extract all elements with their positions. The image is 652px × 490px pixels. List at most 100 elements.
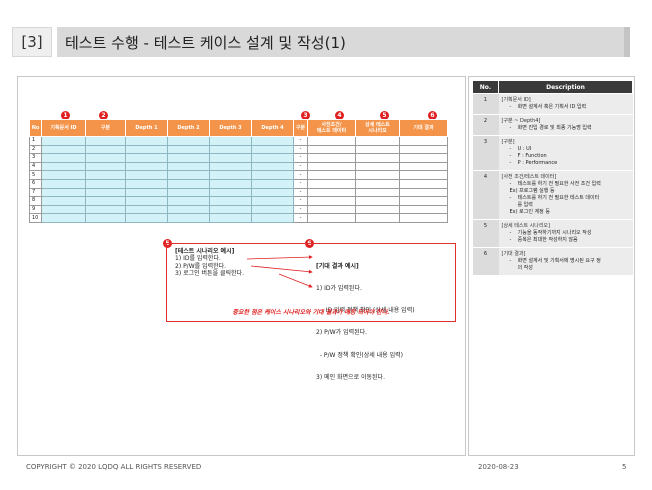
table-cell[interactable] xyxy=(307,213,356,223)
table-cell[interactable] xyxy=(251,213,294,223)
table-cell[interactable] xyxy=(125,136,168,146)
table-cell[interactable] xyxy=(125,178,168,189)
table-cell[interactable] xyxy=(209,136,252,146)
table-cell[interactable] xyxy=(209,153,252,163)
table-cell[interactable] xyxy=(209,196,252,206)
table-cell[interactable] xyxy=(125,204,168,215)
table-cell[interactable] xyxy=(85,170,126,180)
type-cell[interactable]: - xyxy=(293,196,308,206)
table-cell[interactable] xyxy=(307,196,356,206)
table-cell[interactable] xyxy=(85,187,126,198)
table-cell[interactable] xyxy=(399,204,448,215)
table-cell[interactable] xyxy=(167,196,210,206)
table-cell[interactable] xyxy=(125,213,168,223)
table-cell[interactable] xyxy=(41,213,86,223)
table-cell[interactable] xyxy=(399,153,448,163)
table-cell[interactable] xyxy=(399,144,448,155)
table-cell[interactable] xyxy=(355,178,400,189)
table-cell[interactable] xyxy=(307,153,356,163)
table-cell[interactable] xyxy=(167,178,210,189)
table-cell[interactable] xyxy=(209,187,252,198)
table-cell[interactable] xyxy=(355,204,400,215)
table-cell[interactable] xyxy=(355,187,400,198)
table-cell[interactable] xyxy=(209,170,252,180)
table-cell[interactable] xyxy=(167,213,210,223)
table-cell[interactable] xyxy=(251,178,294,189)
type-cell[interactable]: - xyxy=(293,161,308,172)
table-cell[interactable] xyxy=(85,161,126,172)
table-cell[interactable] xyxy=(167,144,210,155)
type-cell[interactable]: - xyxy=(293,170,308,180)
table-cell[interactable] xyxy=(251,196,294,206)
table-cell[interactable] xyxy=(251,136,294,146)
table-cell[interactable] xyxy=(355,153,400,163)
table-cell[interactable] xyxy=(399,196,448,206)
table-cell[interactable] xyxy=(167,153,210,163)
table-cell[interactable] xyxy=(85,153,126,163)
table-cell[interactable] xyxy=(399,170,448,180)
table-cell[interactable] xyxy=(355,196,400,206)
table-cell[interactable] xyxy=(355,161,400,172)
table-cell[interactable] xyxy=(85,196,126,206)
type-cell[interactable]: - xyxy=(293,187,308,198)
table-cell[interactable] xyxy=(209,161,252,172)
table-cell[interactable] xyxy=(399,213,448,223)
table-cell[interactable] xyxy=(399,136,448,146)
table-cell[interactable] xyxy=(209,213,252,223)
table-cell[interactable] xyxy=(85,213,126,223)
table-cell[interactable] xyxy=(399,187,448,198)
table-cell[interactable] xyxy=(85,178,126,189)
table-cell[interactable] xyxy=(399,161,448,172)
table-cell[interactable] xyxy=(167,170,210,180)
type-cell[interactable]: - xyxy=(293,178,308,189)
table-cell[interactable] xyxy=(251,187,294,198)
type-cell[interactable]: - xyxy=(293,144,308,155)
table-cell[interactable] xyxy=(251,170,294,180)
table-cell[interactable] xyxy=(41,178,86,189)
table-cell[interactable] xyxy=(307,178,356,189)
type-cell[interactable]: - xyxy=(293,213,308,223)
table-cell[interactable] xyxy=(251,144,294,155)
table-cell[interactable] xyxy=(125,161,168,172)
table-cell[interactable] xyxy=(167,187,210,198)
type-cell[interactable]: - xyxy=(293,153,308,163)
table-cell[interactable] xyxy=(85,144,126,155)
table-cell[interactable] xyxy=(209,178,252,189)
table-cell[interactable] xyxy=(41,136,86,146)
table-cell[interactable] xyxy=(125,170,168,180)
table-cell[interactable] xyxy=(251,204,294,215)
table-cell[interactable] xyxy=(307,187,356,198)
table-cell[interactable] xyxy=(307,170,356,180)
table-cell[interactable] xyxy=(399,178,448,189)
type-cell[interactable]: - xyxy=(293,204,308,215)
table-cell[interactable] xyxy=(41,204,86,215)
table-cell[interactable] xyxy=(167,161,210,172)
table-cell[interactable] xyxy=(125,196,168,206)
table-cell[interactable] xyxy=(125,153,168,163)
table-cell[interactable] xyxy=(167,136,210,146)
table-cell[interactable] xyxy=(251,153,294,163)
table-cell[interactable] xyxy=(85,136,126,146)
type-cell[interactable]: - xyxy=(293,136,308,146)
table-cell[interactable] xyxy=(307,136,356,146)
table-cell[interactable] xyxy=(209,204,252,215)
table-cell[interactable] xyxy=(355,136,400,146)
table-cell[interactable] xyxy=(167,204,210,215)
table-cell[interactable] xyxy=(41,144,86,155)
table-cell[interactable] xyxy=(355,170,400,180)
table-cell[interactable] xyxy=(41,196,86,206)
table-cell[interactable] xyxy=(355,213,400,223)
table-cell[interactable] xyxy=(41,153,86,163)
table-cell[interactable] xyxy=(307,144,356,155)
table-cell[interactable] xyxy=(209,144,252,155)
table-cell[interactable] xyxy=(251,161,294,172)
table-cell[interactable] xyxy=(307,204,356,215)
table-cell[interactable] xyxy=(41,170,86,180)
table-cell[interactable] xyxy=(41,187,86,198)
table-cell[interactable] xyxy=(125,187,168,198)
table-cell[interactable] xyxy=(85,204,126,215)
table-cell[interactable] xyxy=(41,161,86,172)
table-cell[interactable] xyxy=(307,161,356,172)
table-cell[interactable] xyxy=(125,144,168,155)
table-cell[interactable] xyxy=(355,144,400,155)
